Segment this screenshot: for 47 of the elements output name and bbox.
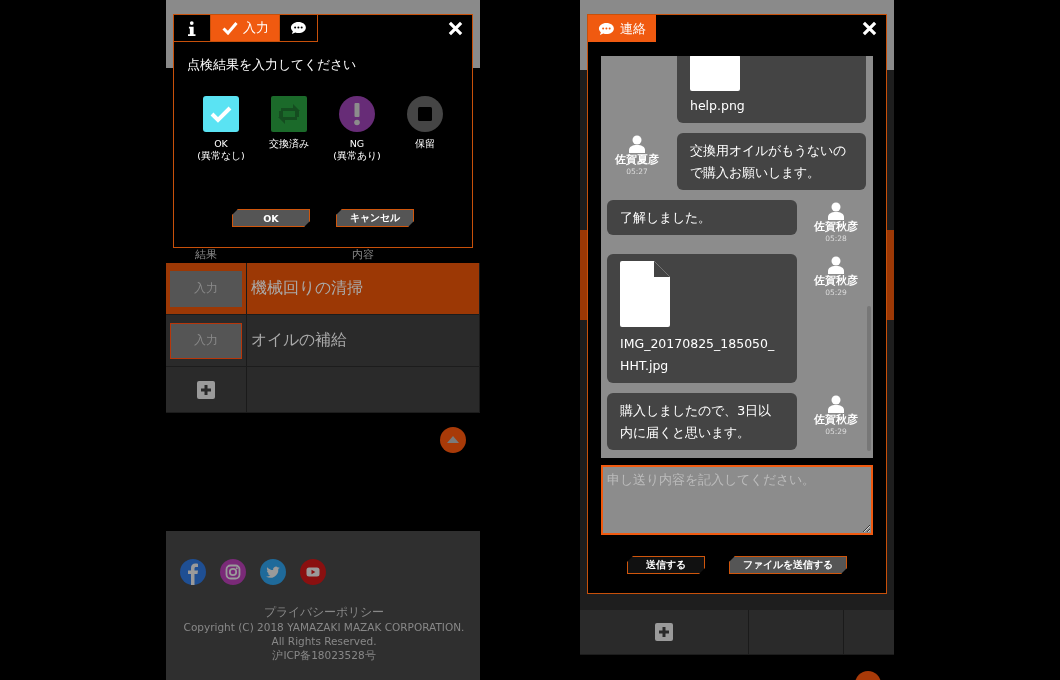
prompt-text: 点検結果を入力してください xyxy=(187,56,357,74)
message-text: 了解しました。 xyxy=(620,209,712,227)
send-file-button[interactable]: ファイルを送信する xyxy=(729,556,847,574)
exclamation-icon[interactable] xyxy=(339,96,375,132)
chat-icon xyxy=(598,21,615,36)
option-label: 交換済み xyxy=(269,138,309,150)
sender-name: 佐賀秋彦 xyxy=(814,220,858,233)
user-icon xyxy=(827,202,845,220)
user-icon xyxy=(827,395,845,413)
ok-button[interactable]: OK xyxy=(232,209,310,227)
file-name[interactable]: help.png xyxy=(690,95,850,117)
message-text: 購入しましたので、3日以内に届くと思います。 xyxy=(620,402,773,442)
check-icon[interactable] xyxy=(203,96,239,132)
send-button[interactable]: 送信する xyxy=(627,556,705,574)
table-cell-text: 機械回りの清掃 xyxy=(250,278,363,299)
chat-icon xyxy=(290,21,307,35)
option-label: NG (異常あり) xyxy=(333,138,381,162)
scroll-up-icon[interactable] xyxy=(440,427,466,453)
dialog-title: 連絡 xyxy=(588,15,656,42)
check-icon xyxy=(221,21,238,35)
info-icon xyxy=(188,20,196,36)
license-number-text: 沪ICP备18023528号 xyxy=(271,648,377,662)
user-icon xyxy=(827,256,845,274)
image-thumbnail-icon[interactable] xyxy=(690,56,740,91)
sender-name: 佐賀秋彦 xyxy=(814,413,858,426)
option-label: OK (異常なし) xyxy=(197,138,245,162)
add-icon[interactable] xyxy=(197,380,215,399)
close-icon[interactable] xyxy=(448,21,463,36)
sender-name: 佐賀秋彦 xyxy=(814,274,858,287)
file-icon[interactable] xyxy=(620,261,670,327)
youtube-icon[interactable] xyxy=(300,559,326,585)
facebook-icon[interactable] xyxy=(180,559,206,585)
column-header: 内容 xyxy=(351,247,375,263)
table-cell-text: オイルの補給 xyxy=(250,330,347,351)
column-header: 結果 xyxy=(194,247,218,263)
cancel-button[interactable]: キャンセル xyxy=(336,209,414,227)
twitter-icon[interactable] xyxy=(260,559,286,585)
file-name[interactable]: IMG_20170825_185050_HHT.jpg xyxy=(620,333,781,377)
message-text: 交換用オイルがもうないので購入お願いします。 xyxy=(690,142,847,182)
option-label: 保留 xyxy=(415,138,435,150)
add-icon[interactable] xyxy=(655,623,673,641)
privacy-policy-link[interactable]: プライバシーポリシー xyxy=(264,605,384,620)
user-icon xyxy=(628,135,646,153)
sender-name: 佐賀夏彦 xyxy=(615,153,659,166)
copyright-text: Copyright (C) 2018 YAMAZAKI MAZAK CORPORATION. All Rights Reserved. xyxy=(182,620,466,648)
close-icon[interactable] xyxy=(862,21,877,36)
instagram-icon[interactable] xyxy=(220,559,246,585)
